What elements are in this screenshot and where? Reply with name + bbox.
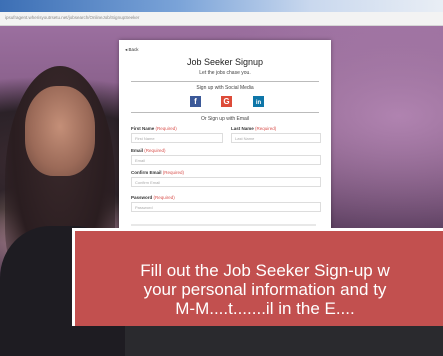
caption-line-1: Fill out the Job Seeker Sign-up w	[140, 261, 390, 280]
address-bar[interactable]: ipsufragent.wherisyoutrsetu.net/jobsearc…	[0, 12, 443, 26]
signup-card: ◂ Back Job Seeker Signup Let the jobs ch…	[119, 40, 331, 232]
last-name-field[interactable]: Last Name	[231, 133, 321, 143]
facebook-icon: f	[194, 97, 197, 106]
form-subtitle: Let the jobs chase you.	[199, 70, 251, 76]
desktop-banner	[0, 0, 443, 12]
confirm-email-field[interactable]: Confirm Email	[131, 177, 321, 187]
caption-line-3: M-M....t.......il in the E....	[175, 299, 355, 318]
password-label: Password (Required)	[131, 195, 175, 200]
divider	[131, 112, 319, 113]
back-link[interactable]: ◂ Back	[125, 47, 139, 53]
url-text: ipsufragent.wherisyoutrsetu.net/jobsearc…	[5, 15, 140, 20]
email-field[interactable]: Email	[131, 155, 321, 165]
back-label: Back	[128, 47, 139, 52]
social-heading: Sign up with Social Media	[196, 85, 254, 91]
required-tag: (Required)	[153, 195, 175, 200]
first-name-placeholder: First Name	[135, 135, 155, 141]
tutorial-caption: Fill out the Job Seeker Sign-up w your p…	[72, 228, 443, 326]
last-name-placeholder: Last Name	[235, 135, 255, 141]
caption-line-2: your personal information and ty	[143, 280, 387, 299]
required-tag: (Required)	[155, 126, 177, 131]
email-heading: Or Sign up with Email	[200, 116, 250, 122]
password-placeholder: Password	[135, 204, 153, 210]
first-name-field[interactable]: First Name	[131, 133, 223, 143]
google-signup-button[interactable]: G	[221, 96, 232, 107]
required-tag: (Required)	[162, 170, 185, 175]
facebook-signup-button[interactable]: f	[190, 96, 201, 107]
divider	[131, 81, 319, 82]
required-tag: (Required)	[144, 148, 166, 153]
linkedin-icon: in	[255, 100, 262, 106]
form-title: Job Seeker Signup	[186, 57, 264, 67]
email-label: Email (Required)	[131, 148, 166, 153]
confirm-email-label: Confirm Email (Required)	[131, 170, 185, 175]
password-field[interactable]: Password	[131, 202, 321, 212]
last-name-label: Last Name (Required)	[231, 126, 277, 131]
linkedin-signup-button[interactable]: in	[253, 96, 264, 107]
confirm-email-placeholder: Confirm Email	[135, 179, 161, 185]
first-name-label: First Name (Required)	[131, 126, 177, 131]
required-tag: (Required)	[255, 126, 277, 131]
google-icon: G	[223, 97, 230, 106]
person-face	[25, 86, 95, 176]
email-placeholder: Email	[135, 157, 146, 163]
password-hint	[131, 224, 316, 226]
